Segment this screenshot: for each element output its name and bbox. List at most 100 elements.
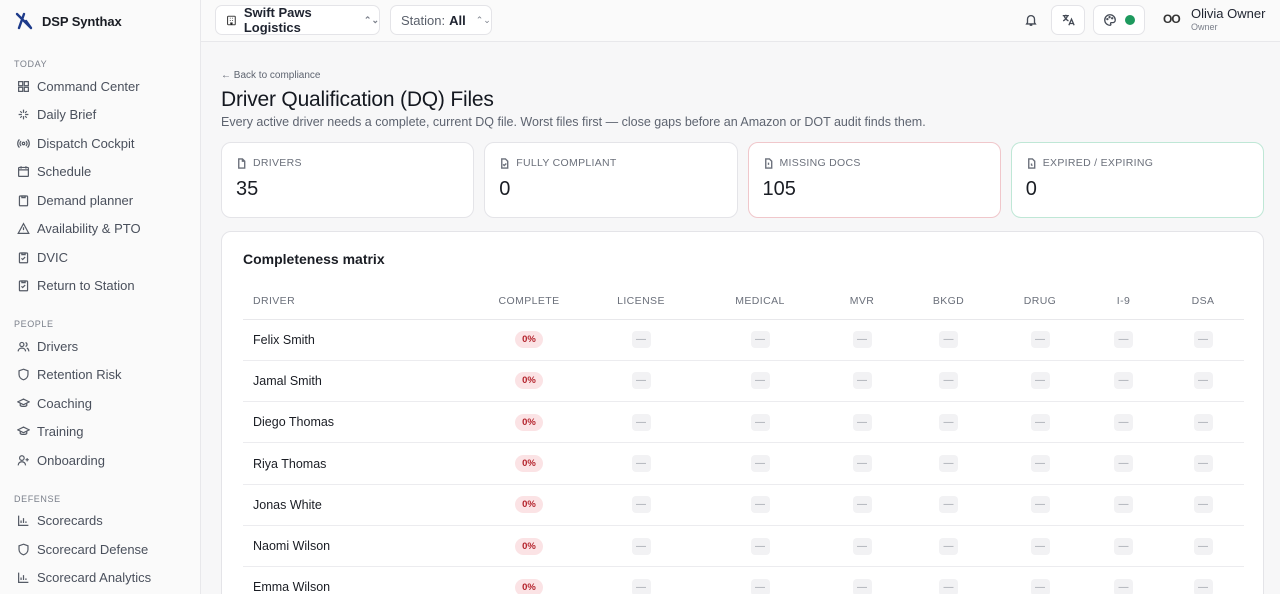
station-switcher[interactable]: Station: All ⌃⌄	[390, 5, 492, 35]
doc-cell-mvr[interactable]: —	[822, 360, 902, 403]
missing-doc-indicator: —	[939, 578, 958, 594]
back-link[interactable]: ← Back to compliance	[221, 70, 321, 81]
doc-cell-drug[interactable]: —	[995, 319, 1085, 361]
missing-doc-indicator: —	[939, 496, 958, 514]
user-menu[interactable]: OO Olivia Owner Owner	[1163, 6, 1265, 32]
driver-name[interactable]: Felix Smith	[243, 319, 474, 361]
doc-cell-drug[interactable]: —	[995, 401, 1085, 444]
table-row[interactable]: Felix Smith 0% — — — — — — —	[243, 319, 1244, 361]
doc-cell-i-9[interactable]: —	[1085, 401, 1162, 444]
doc-cell-bkgd[interactable]: —	[902, 525, 995, 568]
sidebar: DSP Synthax TODAY Command Center Daily Bri…	[0, 0, 201, 594]
sidebar-item-schedule[interactable]: Schedule	[0, 158, 200, 187]
doc-cell-medical[interactable]: —	[698, 401, 822, 444]
notifications-button[interactable]	[1014, 5, 1048, 35]
sidebar-item-command-center[interactable]: Command Center	[0, 72, 200, 101]
doc-cell-medical[interactable]: —	[698, 525, 822, 568]
doc-cell-drug[interactable]: —	[995, 525, 1085, 568]
theme-button[interactable]	[1093, 5, 1145, 35]
doc-cell-bkgd[interactable]: —	[902, 360, 995, 403]
doc-cell-bkgd[interactable]: —	[902, 442, 995, 485]
sidebar-item-demand-planner[interactable]: Demand planner	[0, 186, 200, 215]
doc-cell-dsa[interactable]: —	[1162, 360, 1244, 403]
driver-name[interactable]: Emma Wilson	[243, 566, 474, 594]
driver-name[interactable]: Naomi Wilson	[243, 525, 474, 568]
sidebar-item-label: Scorecard Defense	[37, 541, 149, 557]
doc-cell-license[interactable]: —	[584, 566, 698, 594]
missing-doc-indicator: —	[750, 413, 770, 431]
doc-cell-mvr[interactable]: —	[822, 484, 902, 526]
user-plus-icon	[17, 454, 29, 466]
doc-cell-i-9[interactable]: —	[1085, 319, 1162, 361]
table-row[interactable]: Jamal Smith 0% — — — — — — —	[243, 360, 1244, 403]
doc-cell-medical[interactable]: —	[698, 319, 822, 361]
sidebar-item-scorecards[interactable]: Scorecards	[0, 507, 200, 536]
completeness-matrix: Completeness matrix DRIVER COMPLETE LICENS…	[221, 231, 1264, 594]
doc-cell-bkgd[interactable]: —	[902, 566, 995, 594]
driver-name[interactable]: Riya Thomas	[243, 442, 474, 485]
doc-cell-drug[interactable]: —	[995, 442, 1085, 485]
table-row[interactable]: Diego Thomas 0% — — — — — — —	[243, 401, 1244, 444]
doc-cell-i-9[interactable]: —	[1085, 525, 1162, 568]
doc-cell-mvr[interactable]: —	[822, 442, 902, 485]
doc-cell-dsa[interactable]: —	[1162, 401, 1244, 444]
doc-cell-license[interactable]: —	[584, 484, 698, 526]
sidebar-item-retention-risk[interactable]: Retention Risk	[0, 361, 200, 390]
sidebar-item-scorecard-defense[interactable]: Scorecard Defense	[0, 535, 200, 564]
org-switcher[interactable]: Swift Paws Logistics ⌃⌄	[215, 5, 380, 35]
sparkle-icon	[18, 109, 29, 120]
table-row[interactable]: Riya Thomas 0% — — — — — — —	[243, 442, 1244, 485]
table-row[interactable]: Jonas White 0% — — — — — — —	[243, 484, 1244, 526]
sidebar-item-availability-and-pto[interactable]: Availability & PTO	[0, 215, 200, 244]
doc-cell-medical[interactable]: —	[698, 484, 822, 526]
doc-cell-dsa[interactable]: —	[1162, 566, 1244, 594]
doc-cell-mvr[interactable]: —	[822, 525, 902, 568]
sidebar-item-scorecard-analytics[interactable]: Scorecard Analytics	[0, 564, 200, 593]
sidebar-item-onboarding[interactable]: Onboarding	[0, 446, 200, 475]
missing-doc-indicator: —	[1193, 455, 1213, 473]
doc-cell-mvr[interactable]: —	[822, 319, 902, 361]
sidebar-item-dvic[interactable]: DVIC	[0, 243, 200, 272]
driver-name[interactable]: Jonas White	[243, 484, 474, 526]
doc-cell-medical[interactable]: —	[698, 360, 822, 403]
sidebar-item-training[interactable]: Training	[0, 418, 200, 447]
doc-cell-license[interactable]: —	[584, 401, 698, 444]
doc-cell-bkgd[interactable]: —	[902, 401, 995, 444]
doc-cell-bkgd[interactable]: —	[902, 484, 995, 526]
stat-label: DRIVERS	[253, 157, 302, 169]
doc-cell-drug[interactable]: —	[995, 360, 1085, 403]
sidebar-item-daily-brief[interactable]: Daily Brief	[0, 101, 200, 130]
doc-cell-i-9[interactable]: —	[1085, 484, 1162, 526]
doc-cell-mvr[interactable]: —	[822, 566, 902, 594]
driver-name[interactable]: Jamal Smith	[243, 360, 474, 403]
doc-cell-i-9[interactable]: —	[1085, 566, 1162, 594]
table-row[interactable]: Naomi Wilson 0% — — — — — — —	[243, 525, 1244, 568]
sidebar-item-drivers[interactable]: Drivers	[0, 332, 200, 361]
doc-cell-license[interactable]: —	[584, 319, 698, 361]
brand[interactable]: DSP Synthax	[0, 0, 200, 42]
doc-cell-drug[interactable]: —	[995, 566, 1085, 594]
driver-name[interactable]: Diego Thomas	[243, 401, 474, 444]
missing-doc-indicator: —	[1193, 372, 1213, 390]
missing-doc-indicator: —	[1030, 372, 1050, 390]
doc-cell-dsa[interactable]: —	[1162, 525, 1244, 568]
language-button[interactable]	[1051, 5, 1085, 35]
doc-cell-medical[interactable]: —	[698, 566, 822, 594]
doc-cell-dsa[interactable]: —	[1162, 442, 1244, 485]
doc-cell-license[interactable]: —	[584, 525, 698, 568]
doc-cell-i-9[interactable]: —	[1085, 360, 1162, 403]
sidebar-item-return-to-station[interactable]: Return to Station	[0, 272, 200, 301]
doc-cell-mvr[interactable]: —	[822, 401, 902, 444]
doc-cell-dsa[interactable]: —	[1162, 319, 1244, 361]
doc-cell-drug[interactable]: —	[995, 484, 1085, 526]
doc-cell-license[interactable]: —	[584, 442, 698, 485]
missing-doc-indicator: —	[939, 372, 958, 390]
doc-cell-bkgd[interactable]: —	[902, 319, 995, 361]
doc-cell-medical[interactable]: —	[698, 442, 822, 485]
table-row[interactable]: Emma Wilson 0% — — — — — — —	[243, 566, 1244, 594]
doc-cell-dsa[interactable]: —	[1162, 484, 1244, 526]
doc-cell-license[interactable]: —	[584, 360, 698, 403]
doc-cell-i-9[interactable]: —	[1085, 442, 1162, 485]
sidebar-item-coaching[interactable]: Coaching	[0, 389, 200, 418]
sidebar-item-dispatch-cockpit[interactable]: Dispatch Cockpit	[0, 129, 200, 158]
